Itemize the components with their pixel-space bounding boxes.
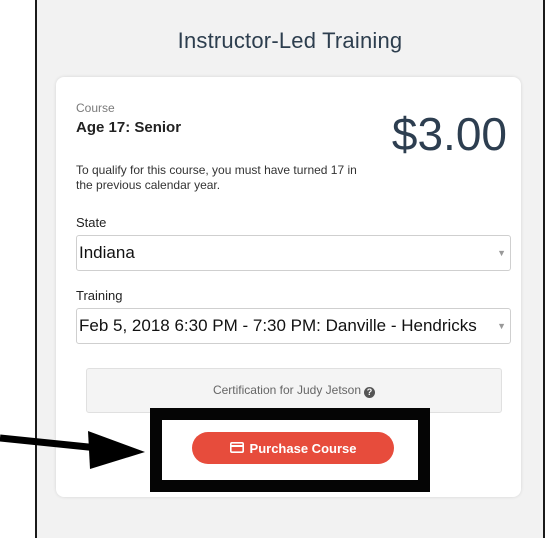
course-name: Age 17: Senior (76, 119, 182, 136)
state-label: State (76, 215, 107, 230)
training-select[interactable]: Feb 5, 2018 6:30 PM - 7:30 PM: Danville … (76, 308, 511, 344)
caret-down-icon: ▼ (497, 321, 506, 331)
question-circle-icon[interactable]: ? (364, 387, 376, 398)
course-price: $3.00 (391, 108, 507, 160)
caret-down-icon: ▼ (497, 248, 506, 258)
training-select-value: Feb 5, 2018 6:30 PM - 7:30 PM: Danville … (79, 316, 477, 335)
credit-card-icon (229, 441, 244, 456)
purchase-course-button[interactable]: Purchase Course (192, 432, 394, 464)
qualification-text: To qualify for this course, you must hav… (76, 163, 357, 192)
purchase-course-label: Purchase Course (249, 440, 357, 456)
state-select[interactable]: Indiana ▼ (76, 235, 511, 271)
panel-title: Instructor-Led Training (177, 28, 403, 53)
page: { "panel": { "title": "Instructor-Led Tr… (0, 0, 553, 538)
state-select-value: Indiana (79, 243, 135, 262)
certification-box[interactable]: Certification for Judy Jetson? (86, 368, 502, 413)
course-label: Course (76, 101, 115, 115)
training-label: Training (76, 288, 123, 303)
certification-text: Certification for Judy Jetson (212, 383, 362, 397)
arrow-icon (0, 431, 145, 469)
